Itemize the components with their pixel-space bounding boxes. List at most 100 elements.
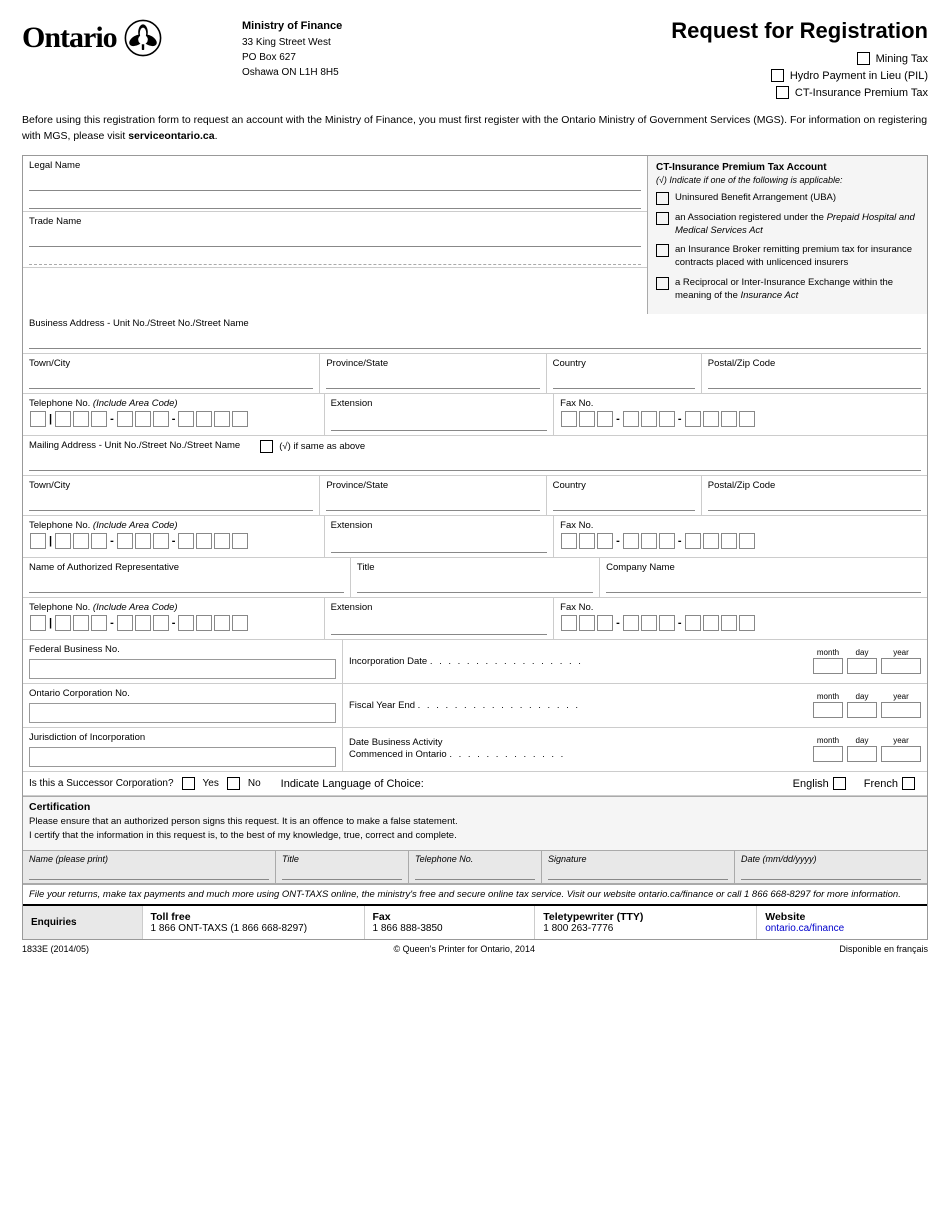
tty-header: Teletypewriter (TTY) xyxy=(543,911,748,923)
legal-name-input2[interactable] xyxy=(29,193,641,209)
postal-zip-input[interactable] xyxy=(708,371,921,389)
mailing-extension-label: Extension xyxy=(331,520,548,531)
cert-title-field: Title xyxy=(276,851,409,883)
auth-fax-boxes[interactable]: - - xyxy=(560,615,921,631)
certification-fields-row: Name (please print) Title Telephone No. … xyxy=(23,850,927,884)
mailing-address-label: Mailing Address - Unit No./Street No./St… xyxy=(29,440,240,451)
auth-fax-field: Fax No. - - xyxy=(554,598,927,639)
mailing-town-city-input[interactable] xyxy=(29,493,313,511)
commenced-day-box[interactable] xyxy=(847,746,877,762)
incorp-month-box[interactable] xyxy=(813,658,843,674)
website-cell: Website ontario.ca/finance xyxy=(757,906,927,939)
company-name-input[interactable] xyxy=(606,575,921,593)
federal-business-label: Federal Business No. xyxy=(29,644,336,655)
town-city-input[interactable] xyxy=(29,371,313,389)
federal-business-input[interactable] xyxy=(29,659,336,679)
trade-name-input[interactable] xyxy=(29,229,641,247)
ct-broker-checkbox[interactable] xyxy=(656,244,669,257)
website-link[interactable]: ontario.ca/finance xyxy=(765,923,844,934)
auth-rep-field: Name of Authorized Representative xyxy=(23,558,351,597)
cert-title-input[interactable] xyxy=(282,866,402,880)
country-input[interactable] xyxy=(553,371,695,389)
mailing-province-input[interactable] xyxy=(326,493,539,511)
ct-association-checkbox[interactable] xyxy=(656,212,669,225)
mailing-country-label: Country xyxy=(553,480,695,491)
ct-reciprocal-label: a Reciprocal or Inter-Insurance Exchange… xyxy=(675,276,919,303)
auth-rep-input[interactable] xyxy=(29,575,344,593)
fiscal-month-box[interactable] xyxy=(813,702,843,718)
mailing-extension-input[interactable] xyxy=(331,535,548,553)
ct-reciprocal-checkbox[interactable] xyxy=(656,277,669,290)
mailing-fax-boxes[interactable]: - - xyxy=(560,533,921,549)
commenced-year-box[interactable] xyxy=(881,746,921,762)
hydro-payment-checkbox[interactable] xyxy=(771,69,784,82)
commenced-year-label: year xyxy=(893,736,909,745)
mailing-telephone-boxes[interactable]: | - - xyxy=(29,533,318,549)
main-form: Legal Name Trade Name CT-Insurance Premi… xyxy=(22,155,928,940)
fiscal-year-box[interactable] xyxy=(881,702,921,718)
mailing-location-row: Town/City Province/State Country Postal/… xyxy=(23,476,927,516)
cert-name-label: Name (please print) xyxy=(29,854,269,864)
auth-extension-label: Extension xyxy=(331,602,548,613)
auth-title-input[interactable] xyxy=(357,575,593,593)
toll-free-header: Toll free xyxy=(151,911,356,923)
cert-signature-input[interactable] xyxy=(548,866,728,880)
successor-no-label: No xyxy=(248,778,261,789)
jurisdiction-input[interactable] xyxy=(29,747,336,767)
mailing-address-input[interactable] xyxy=(29,453,921,471)
province-state-label: Province/State xyxy=(326,358,539,369)
enquiries-label: Enquiries xyxy=(23,906,143,939)
ct-uba-checkbox[interactable] xyxy=(656,192,669,205)
ct-panel-subtitle: (√) Indicate if one of the following is … xyxy=(656,175,919,185)
mailing-province-field: Province/State xyxy=(320,476,546,515)
french-checkbox[interactable] xyxy=(902,777,915,790)
country-label: Country xyxy=(553,358,695,369)
english-checkbox[interactable] xyxy=(833,777,846,790)
fax-boxes[interactable]: - - xyxy=(560,411,921,427)
postal-zip-label: Postal/Zip Code xyxy=(708,358,921,369)
auth-telephone-boxes[interactable]: | - - xyxy=(29,615,318,631)
incorp-day-box[interactable] xyxy=(847,658,877,674)
ontario-corp-input[interactable] xyxy=(29,703,336,723)
mailing-telephone-label: Telephone No. (Include Area Code) xyxy=(29,520,318,531)
telephone-boxes[interactable]: | - - xyxy=(29,411,318,427)
auth-extension-input[interactable] xyxy=(331,617,548,635)
toll-free-cell: Toll free 1 866 ONT-TAXS (1 866 668-8297… xyxy=(143,906,365,939)
legal-name-input[interactable] xyxy=(29,173,641,191)
fiscal-year-field: Fiscal Year End . . . . . . . . . . . . … xyxy=(343,684,927,727)
mining-tax-label: Mining Tax xyxy=(876,53,928,65)
tty-number: 1 800 263-7776 xyxy=(543,923,748,934)
mining-tax-checkbox[interactable] xyxy=(857,52,870,65)
commenced-month-box[interactable] xyxy=(813,746,843,762)
fiscal-day-box[interactable] xyxy=(847,702,877,718)
incorp-year-box[interactable] xyxy=(881,658,921,674)
cert-telephone-label: Telephone No. xyxy=(415,854,535,864)
cert-name-input[interactable] xyxy=(29,866,269,880)
incorp-month-label: month xyxy=(817,648,839,657)
province-state-input[interactable] xyxy=(326,371,539,389)
mailing-postal-input[interactable] xyxy=(708,493,921,511)
business-address-input[interactable] xyxy=(29,331,921,349)
cert-date-input[interactable] xyxy=(741,866,921,880)
incorporation-date-boxes: month day year xyxy=(809,648,921,674)
ct-insurance-checkbox[interactable] xyxy=(776,86,789,99)
certification-text: Please ensure that an authorized person … xyxy=(29,815,921,842)
mining-tax-checkbox-row: Mining Tax xyxy=(671,52,928,65)
auth-title-label: Title xyxy=(357,562,593,573)
mailing-province-label: Province/State xyxy=(326,480,539,491)
extension-input[interactable] xyxy=(331,413,548,431)
french-label: French xyxy=(864,778,898,790)
cert-telephone-input[interactable] xyxy=(415,866,535,880)
ontario-corp-label: Ontario Corporation No. xyxy=(29,688,336,699)
mailing-town-city-field: Town/City xyxy=(23,476,320,515)
incorp-year-label: year xyxy=(893,648,909,657)
same-as-above-checkbox[interactable] xyxy=(260,440,273,453)
ct-item-1: Uninsured Benefit Arrangement (UBA) xyxy=(656,191,919,205)
successor-yes-checkbox[interactable] xyxy=(182,777,195,790)
cert-date-label: Date (mm/dd/yyyy) xyxy=(741,854,921,864)
date-business-field: Date Business Activity Commenced in Onta… xyxy=(343,728,927,771)
successor-no-checkbox[interactable] xyxy=(227,777,240,790)
mailing-country-input[interactable] xyxy=(553,493,695,511)
trade-name-input2[interactable] xyxy=(29,249,641,265)
certification-section: Certification Please ensure that an auth… xyxy=(23,796,927,850)
